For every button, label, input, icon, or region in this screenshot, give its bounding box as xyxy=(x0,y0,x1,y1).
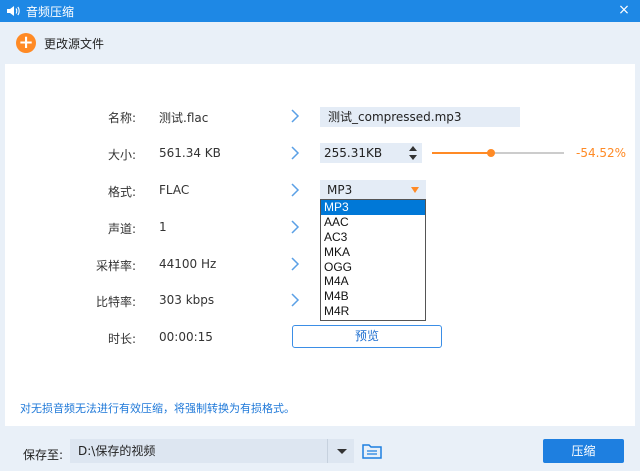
preview-button[interactable]: 预览 xyxy=(292,325,442,348)
format-select-value: MP3 xyxy=(327,183,353,197)
chevron-right-icon xyxy=(290,220,302,234)
sample-rate-label: 采样率: xyxy=(95,259,136,273)
format-select[interactable]: MP3 xyxy=(320,180,426,200)
size-slider-fill xyxy=(432,152,492,154)
lossless-notice: 对无损音频无法进行有效压缩，将强制转换为有损格式。 xyxy=(20,402,295,415)
bottom-bar: 保存至: D:\保存的视频 压缩 xyxy=(0,426,640,471)
chevron-right-icon xyxy=(290,293,302,307)
name-value: 测试.flac xyxy=(159,111,209,125)
format-dropdown-list: MP3 AAC AC3 MKA OGG M4A M4B M4R xyxy=(320,199,426,321)
change-source-button[interactable]: 更改源文件 xyxy=(44,35,104,52)
output-size-value: 255.31KB xyxy=(324,146,383,160)
sample-rate-value: 44100 Hz xyxy=(159,257,217,271)
size-slider[interactable] xyxy=(432,149,564,157)
format-option[interactable]: AAC xyxy=(321,215,425,230)
chevron-right-icon xyxy=(290,146,302,160)
channel-value: 1 xyxy=(159,220,167,234)
format-option[interactable]: M4R xyxy=(321,304,425,319)
chevron-right-icon xyxy=(290,109,302,123)
add-icon[interactable]: + xyxy=(16,33,36,53)
compression-percent: -54.52% xyxy=(576,146,627,160)
folder-icon[interactable] xyxy=(362,442,382,460)
name-label: 名称: xyxy=(107,111,136,125)
format-option[interactable]: AC3 xyxy=(321,230,425,245)
format-option[interactable]: MP3 xyxy=(321,200,425,215)
chevron-down-icon xyxy=(337,449,347,454)
top-toolbar: + 更改源文件 xyxy=(0,22,640,64)
output-size-field[interactable]: 255.31KB xyxy=(320,143,422,163)
window-title: 音频压缩 xyxy=(26,4,75,19)
speaker-icon xyxy=(6,4,20,18)
output-name-field[interactable]: 测试_compressed.mp3 xyxy=(320,107,520,127)
duration-label: 时长: xyxy=(107,332,136,346)
format-label: 格式: xyxy=(107,185,136,199)
size-label: 大小: xyxy=(107,148,136,162)
up-down-stepper-icon[interactable] xyxy=(408,144,418,162)
compress-button[interactable]: 压缩 xyxy=(543,439,624,463)
bitrate-value: 303 kbps xyxy=(159,293,215,307)
chevron-right-icon xyxy=(290,183,302,197)
format-value: FLAC xyxy=(159,183,190,197)
save-path-dropdown[interactable] xyxy=(327,439,354,463)
channel-label: 声道: xyxy=(107,222,136,236)
save-to-label: 保存至: xyxy=(23,448,64,462)
size-value: 561.34 KB xyxy=(159,146,221,160)
close-icon[interactable]: × xyxy=(616,2,632,18)
title-bar: 音频压缩 × xyxy=(0,0,640,22)
format-option[interactable]: M4A xyxy=(321,274,425,289)
chevron-right-icon xyxy=(290,257,302,271)
format-option[interactable]: MKA xyxy=(321,245,425,260)
bitrate-label: 比特率: xyxy=(95,295,136,309)
format-option[interactable]: OGG xyxy=(321,260,425,275)
save-path-input[interactable]: D:\保存的视频 xyxy=(70,439,327,463)
chevron-down-icon xyxy=(411,187,419,193)
format-option[interactable]: M4B xyxy=(321,289,425,304)
duration-value: 00:00:15 xyxy=(159,330,213,344)
